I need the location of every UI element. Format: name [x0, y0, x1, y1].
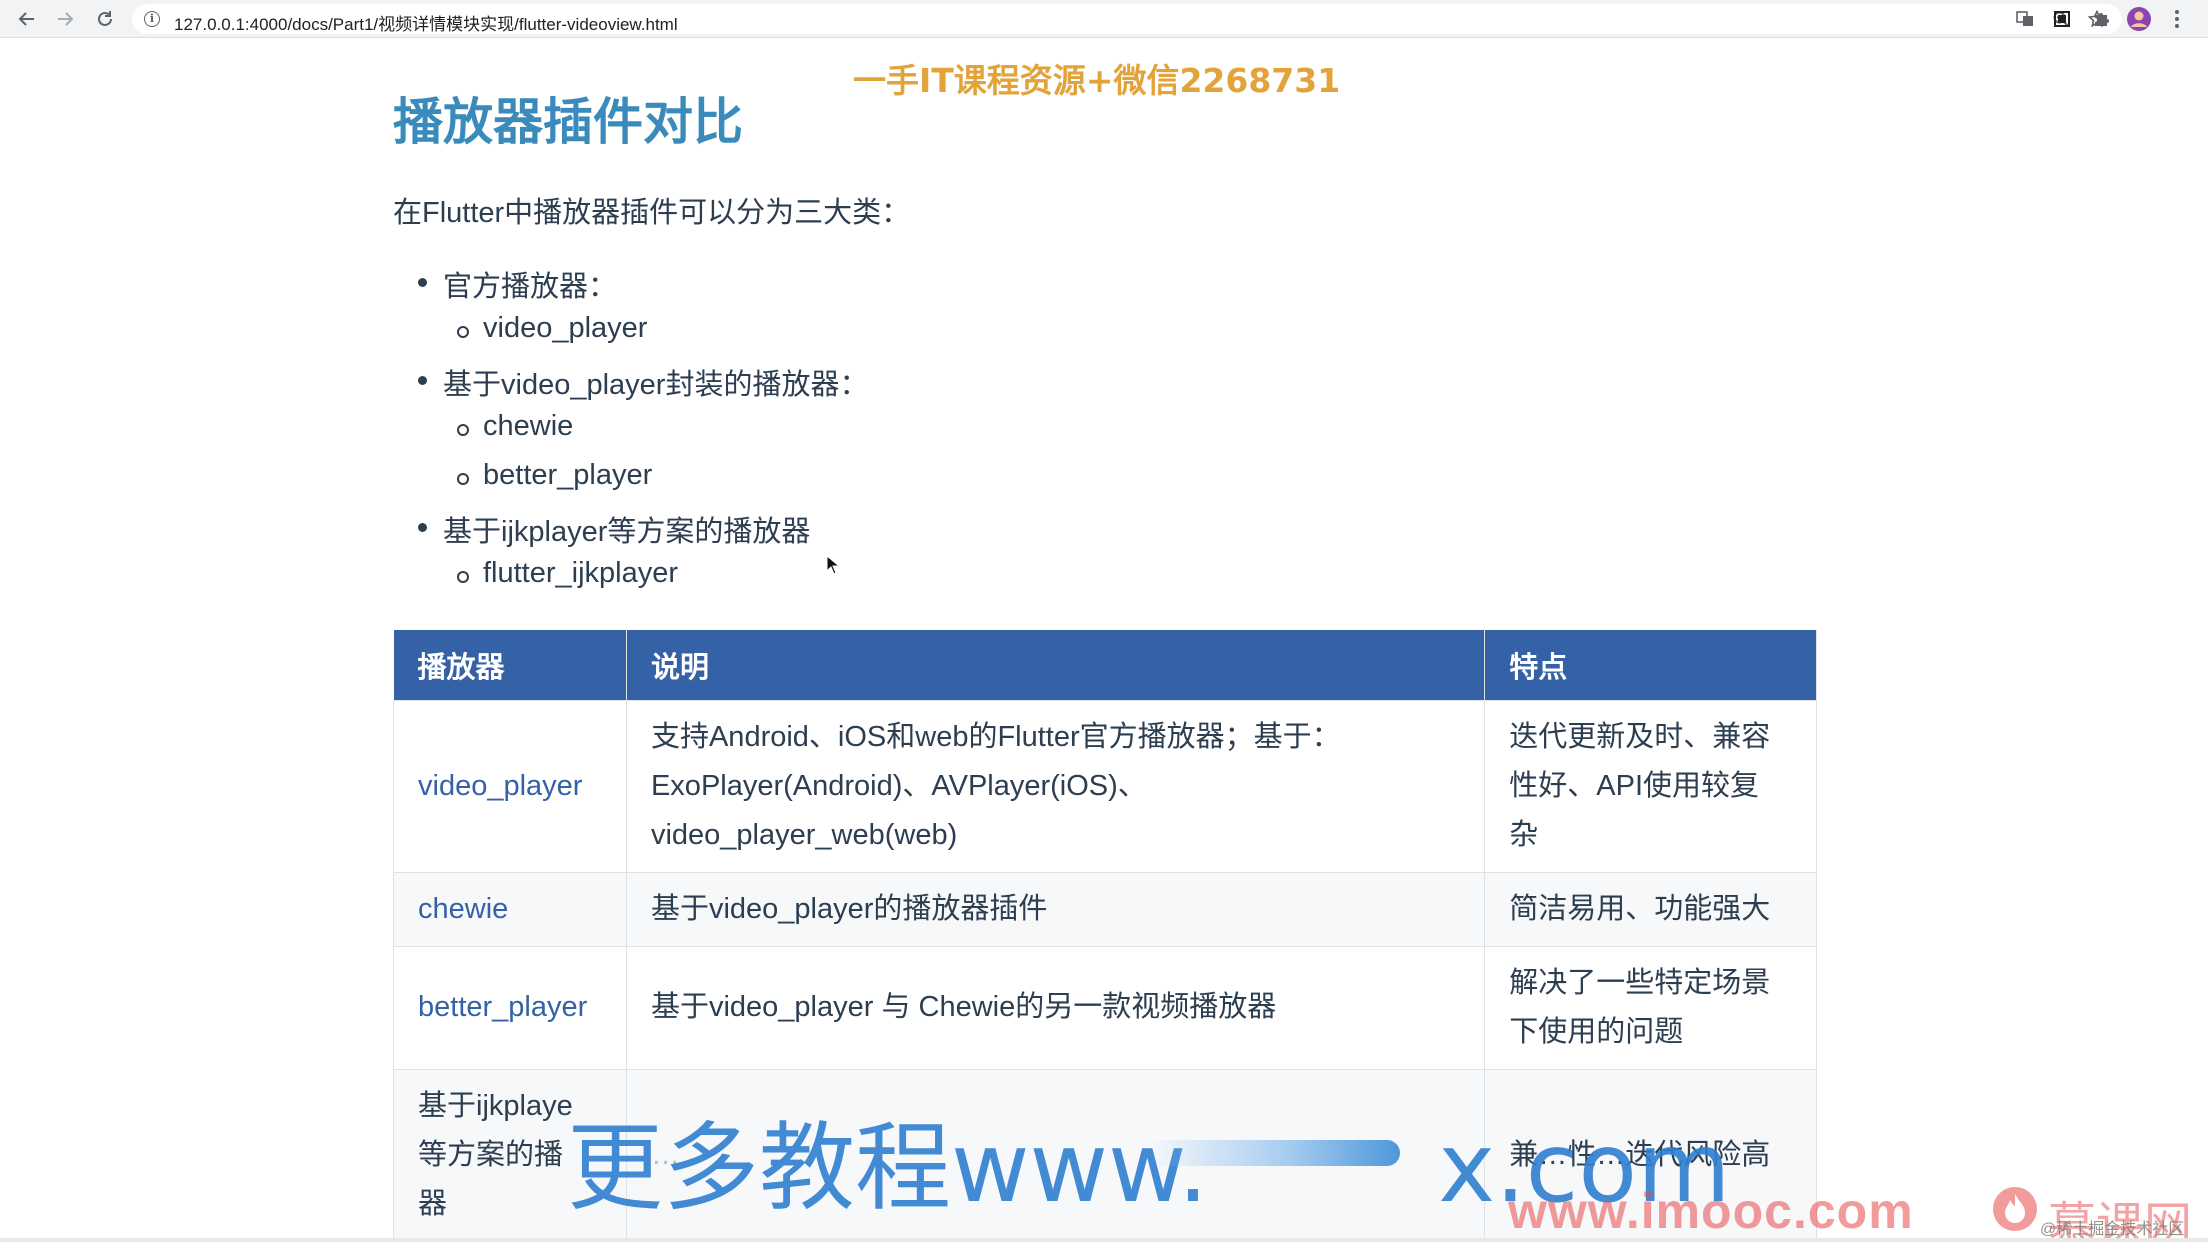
- feature-line: 杂: [1509, 818, 1539, 851]
- feature-line: 下使用的问题: [1509, 1015, 1684, 1048]
- url-text[interactable]: 127.0.0.1:4000/docs/Part1/视频详情模块实现/flutt…: [174, 10, 678, 35]
- header-player: 播放器: [393, 630, 627, 700]
- back-arrow-icon[interactable]: [12, 4, 42, 34]
- category-official: 官方播放器：: [417, 263, 618, 305]
- imooc-flame-logo-icon: [1992, 1186, 2038, 1232]
- description-line: 基于video_player 与 Chewie的另一款视频播放器: [650, 991, 1277, 1023]
- list-item: better_player: [456, 459, 653, 491]
- reload-icon[interactable]: [90, 4, 120, 34]
- table-row: better_player 基于video_player 与 Chewie的另一…: [393, 945, 1817, 1070]
- profile-avatar[interactable]: [2124, 4, 2154, 34]
- list-item: flutter_ijkplayer: [456, 557, 679, 589]
- category-ijkplayer-based: 基于ijkplayer等方案的播放器: [417, 508, 811, 550]
- browser-menu-icon[interactable]: [2162, 4, 2192, 34]
- category-label: 基于video_player封装的播放器：: [443, 369, 869, 401]
- player-cell: better_player: [393, 945, 627, 1070]
- header-features: 特点: [1484, 630, 1817, 700]
- intro-text: 在Flutter中播放器插件可以分为三大类：: [393, 197, 911, 229]
- site-info-icon[interactable]: i: [144, 11, 160, 27]
- juejin-watermark: @稀土掘金技术社区: [2040, 1221, 2185, 1238]
- table-row: chewie 基于video_player的播放器插件 简洁易用、功能强大: [393, 871, 1817, 947]
- list-item: video_player: [456, 312, 648, 344]
- address-bar[interactable]: i 127.0.0.1:4000/docs/Part1/视频详情模块实现/flu…: [132, 4, 2122, 34]
- imooc-watermark: www.imooc.com: [1508, 1183, 1914, 1239]
- description-cell: 基于video_player 与 Chewie的另一款视频播放器: [625, 945, 1486, 1070]
- top-watermark: 一手IT课程资源+微信2268731: [853, 61, 1341, 100]
- table-header-row: 播放器 说明 特点: [393, 630, 1817, 700]
- promo-watermark-prefix: 更多教程www.: [567, 1112, 1209, 1224]
- page-title: 播放器插件对比: [393, 93, 743, 151]
- description-line: 支持Android、iOS和web的Flutter官方播放器；基于：: [650, 720, 1341, 753]
- translate-icon[interactable]: [2010, 4, 2040, 34]
- description-line: 基于video_player的播放器插件: [650, 892, 1048, 925]
- extensions-puzzle-icon[interactable]: [2086, 4, 2116, 34]
- player-link[interactable]: video_player: [418, 770, 582, 802]
- feature-line: 简洁易用、功能强大: [1509, 892, 1771, 925]
- feature-line: 解决了一些特定场景: [1509, 966, 1771, 999]
- header-description: 说明: [626, 630, 1486, 700]
- player-link[interactable]: better_player: [418, 991, 587, 1023]
- screen-capture-icon[interactable]: [2047, 4, 2077, 34]
- features-cell: 解决了一些特定场景 下使用的问题: [1484, 945, 1817, 1070]
- category-video-player-based: 基于video_player封装的播放器：: [417, 361, 869, 403]
- description-line: video_player_web(web): [650, 818, 958, 851]
- blur-streak: [1150, 1140, 1400, 1166]
- category-label: 官方播放器：: [443, 271, 618, 303]
- description-cell: 支持Android、iOS和web的Flutter官方播放器；基于： ExoPl…: [625, 699, 1486, 873]
- bottom-divider: [0, 1238, 2208, 1242]
- description-cell: 基于video_player的播放器插件: [625, 871, 1486, 947]
- player-link[interactable]: chewie: [418, 893, 508, 925]
- description-line: ExoPlayer(Android)、AVPlayer(iOS)、: [650, 769, 1147, 802]
- table-row: video_player 支持Android、iOS和web的Flutter官方…: [393, 699, 1817, 873]
- player-cell: video_player: [393, 699, 627, 873]
- forward-arrow-icon[interactable]: [50, 4, 80, 34]
- feature-line: 迭代更新及时、兼容: [1509, 720, 1771, 753]
- category-label: 基于ijkplayer等方案的播放器: [443, 516, 811, 548]
- features-cell: 迭代更新及时、兼容 性好、API使用较复 杂: [1484, 699, 1817, 873]
- feature-line: 性好、API使用较复: [1509, 769, 1760, 802]
- list-item: chewie: [456, 410, 574, 442]
- mouse-cursor-icon: [826, 554, 841, 580]
- player-cell: chewie: [393, 871, 627, 947]
- features-cell: 简洁易用、功能强大: [1484, 871, 1817, 947]
- browser-toolbar: i 127.0.0.1:4000/docs/Part1/视频详情模块实现/flu…: [0, 0, 2208, 38]
